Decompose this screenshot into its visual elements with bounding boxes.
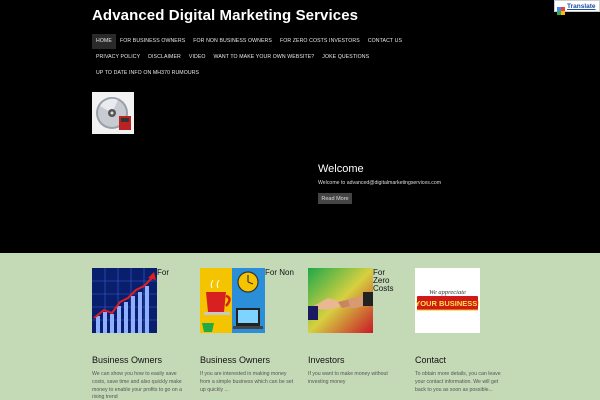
nav-row: PRIVACY POLICY DISCLAIMER VIDEO WANT TO … (92, 50, 373, 65)
site-title[interactable]: Advanced Digital Marketing Services (92, 7, 358, 24)
handshake-icon[interactable] (308, 268, 373, 333)
feature-title[interactable]: Investors (308, 355, 345, 365)
appreciate-banner-text: We appreciate (429, 289, 466, 296)
translate-widget[interactable]: Translate (554, 0, 600, 15)
google-translate-icon (557, 2, 565, 15)
chart-icon[interactable] (92, 268, 157, 333)
nav-item-mh370-rumours[interactable]: UP TO DATE INFO ON MH370 RUMOURS (92, 66, 203, 81)
nav-row: UP TO DATE INFO ON MH370 RUMOURS (92, 66, 203, 81)
features-section: For Business Owners We can show you how … (0, 253, 600, 400)
nav-item-business-owners[interactable]: FOR BUSINESS OWNERS (116, 34, 189, 49)
cd-disc-icon[interactable] (92, 92, 134, 134)
translate-link[interactable]: Translate (567, 3, 596, 10)
nav-item-own-website[interactable]: WANT TO MAKE YOUR OWN WEBSITE? (210, 50, 319, 65)
nav-item-zero-costs-investors[interactable]: FOR ZERO COSTS INVESTORS (276, 34, 364, 49)
nav-item-disclaimer[interactable]: DISCLAIMER (144, 50, 185, 65)
appreciate-banner-text: YOUR BUSINESS! (415, 299, 480, 308)
feature-text: We can show you how to easily save costs… (92, 371, 182, 400)
feature-title[interactable]: Contact (415, 355, 446, 365)
nav-row: HOME FOR BUSINESS OWNERS FOR NON BUSINES… (92, 34, 406, 49)
feature-text: To obtain more details, you can leave yo… (415, 371, 501, 393)
nav-item-privacy-policy[interactable]: PRIVACY POLICY (92, 50, 144, 65)
nav-item-contact-us[interactable]: CONTACT US (364, 34, 406, 49)
nav-item-non-business-owners[interactable]: FOR NON BUSINESS OWNERS (189, 34, 276, 49)
nav-item-home[interactable]: HOME (92, 34, 116, 49)
read-more-button[interactable]: Read More (318, 193, 352, 204)
welcome-title: Welcome (318, 163, 364, 175)
feature-text: If you are interested in making money fr… (200, 371, 294, 393)
feature-text: If you want to make money without invest… (308, 371, 388, 385)
site-header: Advanced Digital Marketing Services Tran… (0, 0, 600, 253)
feature-side-label: For (157, 268, 169, 277)
coffee-clock-icon[interactable] (200, 268, 265, 333)
feature-side-label: For Zero Costs (373, 268, 394, 293)
feature-side-label: For Non (265, 268, 294, 277)
feature-title[interactable]: Business Owners (92, 355, 162, 365)
nav-item-video[interactable]: VIDEO (185, 50, 210, 65)
feature-title[interactable]: Business Owners (200, 355, 270, 365)
nav-item-joke-questions[interactable]: JOKE QUESTIONS (318, 50, 373, 65)
appreciate-banner-icon[interactable]: We appreciate YOUR BUSINESS! (415, 268, 480, 333)
welcome-text: Welcome to advanced@digitalmarketingserv… (318, 180, 442, 186)
